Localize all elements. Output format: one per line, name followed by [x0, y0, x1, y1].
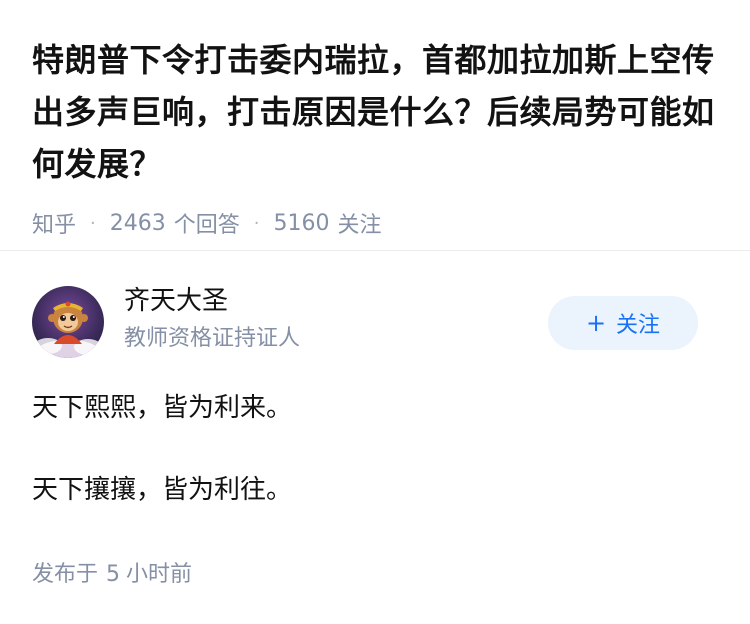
answer-card: 齐天大圣 教师资格证持证人 + 关注 天下熙熙，皆为利来。 天下攘攘，皆为利往。: [32, 284, 718, 554]
monkey-king-avatar-icon: [34, 301, 102, 358]
question-title[interactable]: 特朗普下令打击委内瑞拉，首都加拉加斯上空传出多声巨响，打击原因是什么？后续局势可…: [32, 34, 718, 190]
answer-paragraph: 天下熙熙，皆为利来。: [32, 393, 293, 423]
author-info: 齐天大圣 教师资格证持证人: [124, 284, 300, 354]
follower-count-label: 关注: [337, 213, 382, 238]
follower-count: 5160: [273, 210, 330, 236]
follow-button[interactable]: + 关注: [548, 296, 698, 350]
answer-page: 特朗普下令打击委内瑞拉，首都加拉加斯上空传出多声巨响，打击原因是什么？后续局势可…: [0, 0, 750, 624]
publish-value: 5: [106, 562, 121, 587]
answer-paragraph: 天下攘攘，皆为利往。: [32, 475, 293, 505]
answer-count: 2463: [109, 210, 166, 236]
question-meta: 知乎 · 2463 个回答 · 5160 关注: [32, 207, 718, 239]
publish-prefix: 发布于: [32, 562, 99, 587]
source-label[interactable]: 知乎: [32, 207, 76, 239]
answer-count-label[interactable]: 个回答: [174, 207, 240, 239]
publish-time: 发布于 5 小时前: [32, 560, 192, 590]
meta-separator: ·: [253, 212, 260, 234]
avatar[interactable]: [32, 286, 104, 358]
author-badge: 教师资格证持证人: [124, 326, 301, 351]
publish-unit: 小时前: [126, 562, 193, 587]
meta-separator: ·: [90, 212, 96, 234]
section-divider: [0, 250, 750, 251]
answer-content[interactable]: 天下熙熙，皆为利来。 天下攘攘，皆为利往。: [32, 390, 718, 508]
plus-icon: +: [585, 309, 607, 337]
author-name[interactable]: 齐天大圣: [124, 284, 300, 318]
author-row: 齐天大圣 教师资格证持证人 + 关注: [32, 284, 718, 360]
question-header: 特朗普下令打击委内瑞拉，首都加拉加斯上空传出多声巨响，打击原因是什么？后续局势可…: [0, 0, 750, 239]
follow-button-label: 关注: [616, 313, 661, 338]
